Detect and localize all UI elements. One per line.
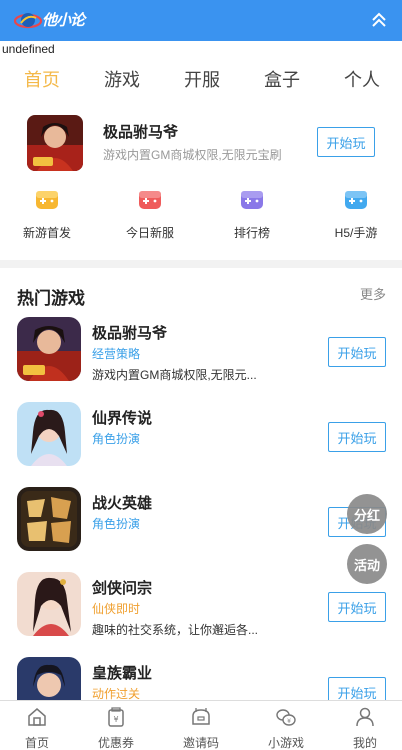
- home-icon: [28, 708, 46, 726]
- hot-games-title: 热门游戏: [17, 289, 85, 308]
- nav-label: 首页: [24, 736, 49, 750]
- tab-profile[interactable]: 个人: [344, 66, 380, 92]
- game-desc: 游戏内置GM商城权限,无限元...: [92, 368, 257, 382]
- nav-home[interactable]: 首页: [7, 701, 67, 750]
- tab-servers[interactable]: 开服: [184, 66, 220, 92]
- game-row[interactable]: 剑侠问宗 仙侠即时 趣味的社交系统，让你邂逅各... 开始玩: [0, 572, 402, 652]
- gamepad-red-icon: [139, 191, 161, 209]
- gamepad-blue-icon: [345, 191, 367, 209]
- nav-label: 邀请码: [182, 736, 219, 750]
- main-tabs: 首页 游戏 开服 盒子 个人: [0, 60, 402, 96]
- nav-label: 优惠券: [97, 736, 134, 750]
- featured-play-button[interactable]: 开始玩: [317, 127, 375, 157]
- bottom-nav: 首页 ¥ 优惠券 邀请码 ¥ 小游戏 我的: [0, 700, 402, 750]
- quick-link-label: H5/手游: [334, 226, 378, 240]
- quick-link-new-games[interactable]: 新游首发: [11, 188, 83, 244]
- game-name: 仙界传说: [92, 410, 153, 427]
- tab-games[interactable]: 游戏: [104, 66, 140, 92]
- game-icon[interactable]: [17, 402, 81, 466]
- featured-game[interactable]: 极品驸马爷 游戏内置GM商城权限,无限元宝刷 开始玩: [0, 100, 402, 186]
- invite-icon: [192, 708, 210, 725]
- play-button[interactable]: 开始玩: [328, 337, 386, 367]
- nav-label: 小游戏: [267, 736, 304, 750]
- coupon-icon: ¥: [108, 707, 124, 727]
- game-icon[interactable]: [17, 572, 81, 636]
- logo-swirl-icon: [14, 13, 43, 29]
- hot-games-more-link[interactable]: 更多: [360, 284, 386, 303]
- game-name: 极品驸马爷: [92, 325, 168, 342]
- game-category: 仙侠即时: [92, 602, 141, 616]
- tab-box[interactable]: 盒子: [264, 66, 300, 92]
- logo-text: 他小论: [42, 11, 85, 29]
- section-divider: [0, 260, 402, 268]
- svg-text:¥: ¥: [113, 715, 118, 724]
- game-icon[interactable]: [17, 317, 81, 381]
- game-row[interactable]: 战火英雄 角色扮演 开始玩: [0, 487, 402, 567]
- share-bonus-float-button[interactable]: 分红: [347, 494, 387, 534]
- quick-link-h5[interactable]: H5/手游: [320, 188, 392, 244]
- nav-label: 我的: [352, 736, 377, 750]
- play-button[interactable]: 开始玩: [328, 592, 386, 622]
- user-icon: [356, 707, 374, 727]
- top-bar: 他小论: [0, 0, 402, 41]
- featured-game-icon[interactable]: [27, 115, 83, 171]
- coins-icon: ¥: [276, 709, 296, 726]
- game-icon[interactable]: [17, 487, 81, 551]
- nav-minigames[interactable]: ¥ 小游戏: [256, 701, 316, 750]
- quick-link-label: 新游首发: [22, 226, 71, 240]
- app-logo[interactable]: 他小论: [14, 8, 94, 34]
- game-category: 经营策略: [92, 347, 141, 361]
- double-chevron-up-icon[interactable]: [368, 9, 390, 31]
- game-category: 角色扮演: [92, 432, 141, 446]
- quick-link-label: 排行榜: [233, 226, 270, 240]
- featured-game-title: 极品驸马爷: [103, 124, 179, 141]
- nav-coupons[interactable]: ¥ 优惠券: [86, 701, 146, 750]
- quick-link-ranking[interactable]: 排行榜: [216, 188, 288, 244]
- gamepad-yellow-icon: [36, 191, 58, 209]
- svg-text:¥: ¥: [287, 718, 291, 725]
- game-row[interactable]: 极品驸马爷 经营策略 游戏内置GM商城权限,无限元... 开始玩: [0, 317, 402, 397]
- tab-home[interactable]: 首页: [24, 66, 60, 92]
- quick-link-label: 今日新服: [125, 226, 174, 240]
- game-desc: 趣味的社交系统，让你邂逅各...: [92, 623, 259, 637]
- game-name: 皇族霸业: [92, 665, 153, 682]
- game-name: 战火英雄: [92, 495, 153, 512]
- featured-game-desc: 游戏内置GM商城权限,无限元宝刷: [103, 148, 282, 162]
- nav-invite[interactable]: 邀请码: [171, 701, 231, 750]
- quick-link-new-servers[interactable]: 今日新服: [114, 188, 186, 244]
- game-row[interactable]: 仙界传说 角色扮演 开始玩: [0, 402, 402, 482]
- debug-text: undefined: [2, 42, 55, 56]
- game-name: 剑侠问宗: [92, 580, 153, 597]
- play-button[interactable]: 开始玩: [328, 422, 386, 452]
- event-float-button[interactable]: 活动: [347, 544, 387, 584]
- nav-me[interactable]: 我的: [335, 701, 395, 750]
- game-category: 角色扮演: [92, 517, 141, 531]
- gamepad-purple-icon: [241, 191, 263, 209]
